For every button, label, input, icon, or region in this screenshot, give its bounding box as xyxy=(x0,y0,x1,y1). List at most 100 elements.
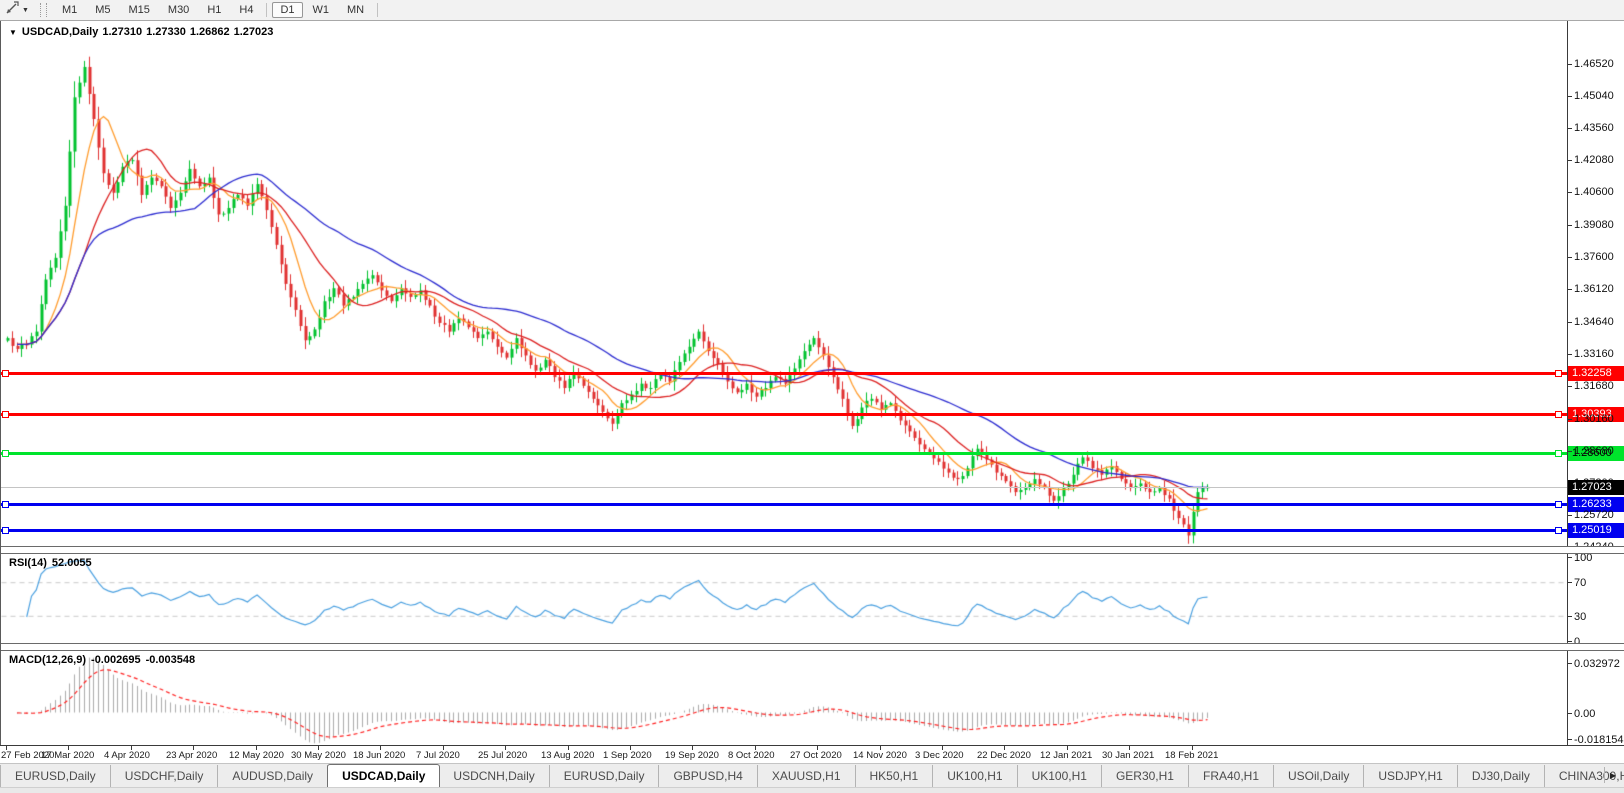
chart-tab-bar: EURUSD,DailyUSDCHF,DailyAUDUSD,DailyUSDC… xyxy=(0,763,1624,788)
date-label: 25 Jul 2020 xyxy=(478,750,527,761)
chart-title: ▼ USDCAD,Daily 1.27310 1.27330 1.26862 1.2702… xyxy=(9,26,277,38)
date-label: 27 Oct 2020 xyxy=(790,750,842,761)
date-label: 8 Oct 2020 xyxy=(728,750,774,761)
date-label: 19 Sep 2020 xyxy=(665,750,719,761)
line-handle[interactable] xyxy=(1555,370,1562,377)
tab-audusd-daily-2[interactable]: AUDUSD,Daily xyxy=(218,765,328,788)
macd-axis-label: 0.00 xyxy=(1574,708,1595,720)
bid-price-line xyxy=(1,487,1567,488)
price-level-line-1.28600[interactable] xyxy=(1,452,1567,455)
line-handle[interactable] xyxy=(1555,411,1562,418)
line-handle[interactable] xyxy=(2,527,9,534)
ohlc-open: 1.27310 xyxy=(102,26,142,38)
date-label: 4 Apr 2020 xyxy=(104,750,150,761)
tab-uk100-h1-10[interactable]: UK100,H1 xyxy=(1018,765,1102,788)
tab-gbpusd-h4-6[interactable]: GBPUSD,H4 xyxy=(659,765,757,788)
current-price-label: 1.27023 xyxy=(1568,480,1624,495)
price-level-line-1.30393[interactable] xyxy=(1,413,1567,416)
crosshair-icon xyxy=(5,1,19,20)
timeframe-button-w1[interactable]: W1 xyxy=(305,2,338,18)
rsi-pane-splitter[interactable] xyxy=(1,546,1624,554)
macd-axis-label: 0.032972 xyxy=(1574,658,1620,670)
tab-fra40-h1-12[interactable]: FRA40,H1 xyxy=(1189,765,1274,788)
line-handle[interactable] xyxy=(1555,527,1562,534)
time-axis: 27 Feb 202017 Mar 20204 Apr 202023 Apr 2… xyxy=(0,745,1624,764)
price-level-label-1.25019: 1.25019 xyxy=(1568,523,1624,538)
tab-ger30-h1-11[interactable]: GER30,H1 xyxy=(1102,765,1189,788)
price-tick-label: 1.31680 xyxy=(1574,380,1614,392)
date-label: 13 Aug 2020 xyxy=(541,750,594,761)
tab-xauusd-h1-7[interactable]: XAUUSD,H1 xyxy=(758,765,856,788)
line-handle[interactable] xyxy=(2,411,9,418)
crosshair-tool-button[interactable]: ▼ xyxy=(2,1,32,19)
timeframe-button-d1[interactable]: D1 xyxy=(272,2,302,18)
chevron-down-icon[interactable]: ▼ xyxy=(22,7,29,14)
date-label: 17 Mar 2020 xyxy=(41,750,94,761)
tab-usdchf-daily-1[interactable]: USDCHF,Daily xyxy=(111,765,219,788)
price-tick-label: 1.25720 xyxy=(1574,509,1614,521)
line-handle[interactable] xyxy=(2,501,9,508)
chart-symbol-period: USDCAD,Daily xyxy=(22,26,98,38)
date-label: 30 Jan 2021 xyxy=(1102,750,1154,761)
tab-eurusd-daily-5[interactable]: EURUSD,Daily xyxy=(550,765,660,788)
date-label: 23 Apr 2020 xyxy=(166,750,217,761)
line-handle[interactable] xyxy=(2,450,9,457)
tab-usdjpy-h1-14[interactable]: USDJPY,H1 xyxy=(1364,765,1457,788)
timeframe-button-h1[interactable]: H1 xyxy=(199,2,229,18)
price-level-line-1.32258[interactable] xyxy=(1,372,1567,375)
price-tick-label: 1.42080 xyxy=(1574,154,1614,166)
tab-usoil-daily-13[interactable]: USOil,Daily xyxy=(1274,765,1364,788)
tab-dj30-daily-15[interactable]: DJ30,Daily xyxy=(1458,765,1545,788)
ohlc-low: 1.26862 xyxy=(190,26,230,38)
date-label: 30 May 2020 xyxy=(291,750,346,761)
timeframe-button-m1[interactable]: M1 xyxy=(54,2,85,18)
macd-indicator-label: MACD(12,26,9)-0.002695-0.003548 xyxy=(9,654,200,666)
tab-uk100-h1-9[interactable]: UK100,H1 xyxy=(933,765,1017,788)
timeframe-button-m15[interactable]: M15 xyxy=(121,2,158,18)
timeframe-button-mn[interactable]: MN xyxy=(339,2,372,18)
price-tick-label: 1.33160 xyxy=(1574,348,1614,360)
price-tick-label: 1.30160 xyxy=(1574,413,1614,425)
timeframe-button-m30[interactable]: M30 xyxy=(160,2,197,18)
tab-scroll-right-button[interactable]: ▶ xyxy=(1604,767,1621,783)
price-tick-label: 1.39080 xyxy=(1574,219,1614,231)
rsi-axis-label: 30 xyxy=(1574,611,1586,623)
price-tick-label: 1.40600 xyxy=(1574,186,1614,198)
price-axis-separator xyxy=(1567,21,1568,745)
date-label: 7 Jul 2020 xyxy=(416,750,460,761)
price-tick-label: 1.46520 xyxy=(1574,58,1614,70)
price-tick-label: 1.37600 xyxy=(1574,251,1614,263)
date-label: 14 Nov 2020 xyxy=(853,750,907,761)
price-tick-label: 1.28680 xyxy=(1574,445,1614,457)
date-label: 1 Sep 2020 xyxy=(603,750,652,761)
tab-eurusd-daily-0[interactable]: EURUSD,Daily xyxy=(0,765,111,788)
tab-usdcad-daily-3[interactable]: USDCAD,Daily xyxy=(327,764,440,788)
price-chart-canvas[interactable] xyxy=(1,21,1567,745)
price-tick-label: 1.43560 xyxy=(1574,122,1614,134)
price-level-line-1.25019[interactable] xyxy=(1,529,1567,532)
price-level-line-1.26233[interactable] xyxy=(1,503,1567,506)
toolbar-grip xyxy=(40,3,47,17)
ohlc-close: 1.27023 xyxy=(234,26,274,38)
date-label: 18 Jun 2020 xyxy=(353,750,405,761)
rsi-axis-label: 70 xyxy=(1574,577,1586,589)
ohlc-high: 1.27330 xyxy=(146,26,186,38)
date-label: 22 Dec 2020 xyxy=(977,750,1031,761)
rsi-indicator-label: RSI(14)52.0055 xyxy=(9,557,97,569)
timeframe-button-h4[interactable]: H4 xyxy=(231,2,261,18)
date-label: 18 Feb 2021 xyxy=(1165,750,1218,761)
price-tick-label: 1.45040 xyxy=(1574,90,1614,102)
line-handle[interactable] xyxy=(2,370,9,377)
date-label: 12 May 2020 xyxy=(229,750,284,761)
top-toolbar: ▼ M1M5M15M30H1H4 D1W1MN xyxy=(0,0,1624,21)
line-handle[interactable] xyxy=(1555,501,1562,508)
macd-pane-splitter[interactable] xyxy=(1,643,1624,651)
tab-hk50-h1-8[interactable]: HK50,H1 xyxy=(856,765,934,788)
tab-usdcnh-daily-4[interactable]: USDCNH,Daily xyxy=(439,765,549,788)
timeframe-button-m5[interactable]: M5 xyxy=(87,2,118,18)
line-handle[interactable] xyxy=(1555,450,1562,457)
toolbar-separator xyxy=(377,3,378,17)
chart-window: ▼ USDCAD,Daily 1.27310 1.27330 1.26862 1.2702… xyxy=(0,21,1624,745)
chart-collapse-icon[interactable]: ▼ xyxy=(9,28,17,37)
price-tick-label: 1.36120 xyxy=(1574,283,1614,295)
